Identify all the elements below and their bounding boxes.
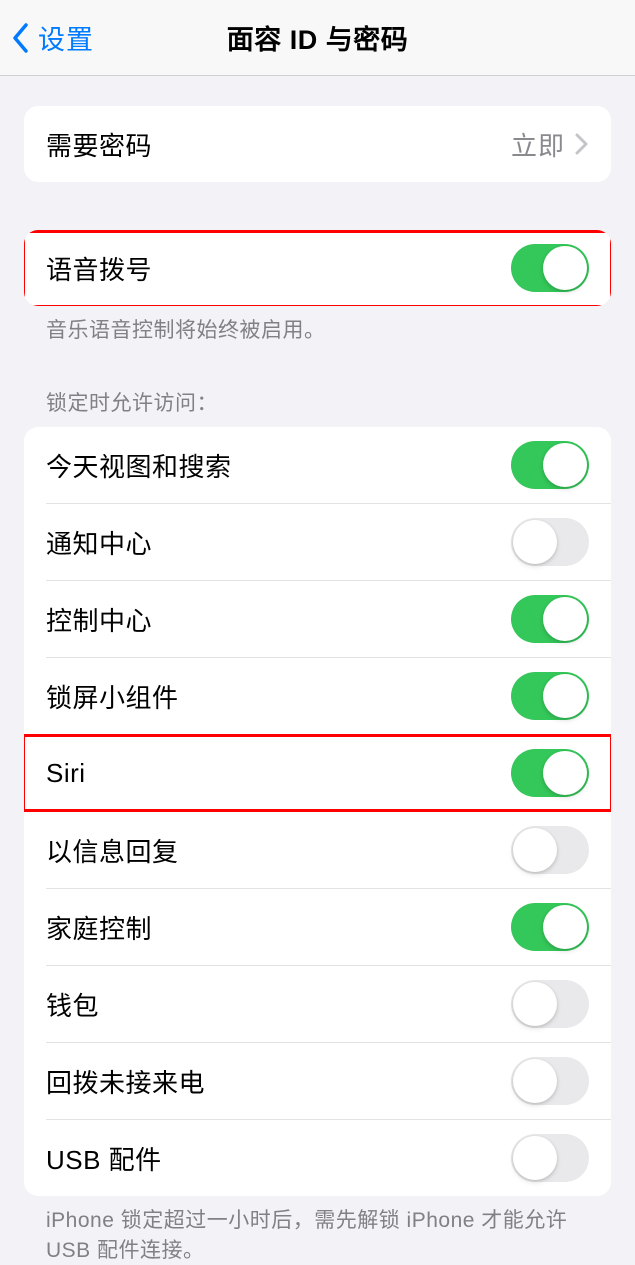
lock-access-label: 回拨未接来电 bbox=[46, 1063, 511, 1100]
voice-dial-row: 语音拨号 bbox=[24, 230, 611, 306]
lock-access-label: Siri bbox=[46, 758, 511, 789]
chevron-right-icon bbox=[575, 133, 589, 155]
require-passcode-value: 立即 bbox=[511, 126, 565, 163]
lock-access-header: 锁定时允许访问： bbox=[24, 387, 611, 427]
lock-access-row: 回拨未接来电 bbox=[24, 1043, 611, 1119]
lock-access-toggle[interactable] bbox=[511, 826, 589, 874]
require-passcode-row[interactable]: 需要密码 立即 bbox=[24, 106, 611, 182]
lock-access-toggle[interactable] bbox=[511, 441, 589, 489]
lock-access-label: 家庭控制 bbox=[46, 909, 511, 946]
lock-access-row: 锁屏小组件 bbox=[24, 658, 611, 734]
lock-access-label: 锁屏小组件 bbox=[46, 678, 511, 715]
require-passcode-group: 需要密码 立即 bbox=[24, 106, 611, 182]
voice-dial-group: 语音拨号 bbox=[24, 230, 611, 306]
lock-access-row: 今天视图和搜索 bbox=[24, 427, 611, 503]
lock-access-toggle[interactable] bbox=[511, 749, 589, 797]
lock-access-toggle[interactable] bbox=[511, 1057, 589, 1105]
back-button[interactable]: 设置 bbox=[0, 18, 94, 57]
lock-access-row: 家庭控制 bbox=[24, 889, 611, 965]
lock-access-row: Siri bbox=[24, 735, 611, 811]
lock-access-group: 今天视图和搜索通知中心控制中心锁屏小组件 Siri 以信息回复家庭控制钱包回拨未接来… bbox=[24, 427, 611, 1196]
lock-access-label: 以信息回复 bbox=[46, 832, 511, 869]
lock-access-row: 钱包 bbox=[24, 966, 611, 1042]
voice-dial-label: 语音拨号 bbox=[46, 250, 511, 287]
chevron-left-icon bbox=[10, 21, 30, 55]
lock-access-row: USB 配件 bbox=[24, 1120, 611, 1196]
navigation-header: 设置 面容 ID 与密码 bbox=[0, 0, 635, 76]
lock-access-toggle[interactable] bbox=[511, 518, 589, 566]
lock-access-row: 通知中心 bbox=[24, 504, 611, 580]
lock-access-footer: iPhone 锁定超过一小时后，需先解锁 iPhone 才能允许USB 配件连接… bbox=[24, 1196, 611, 1265]
lock-access-label: 今天视图和搜索 bbox=[46, 447, 511, 484]
lock-access-row: 控制中心 bbox=[24, 581, 611, 657]
lock-access-toggle[interactable] bbox=[511, 595, 589, 643]
lock-access-label: 控制中心 bbox=[46, 601, 511, 638]
lock-access-toggle[interactable] bbox=[511, 672, 589, 720]
lock-access-label: USB 配件 bbox=[46, 1140, 511, 1177]
voice-dial-footer: 音乐语音控制将始终被启用。 bbox=[24, 306, 611, 345]
page-title: 面容 ID 与密码 bbox=[0, 18, 635, 57]
lock-access-label: 通知中心 bbox=[46, 524, 511, 561]
voice-dial-toggle[interactable] bbox=[511, 244, 589, 292]
lock-access-label: 钱包 bbox=[46, 986, 511, 1023]
lock-access-toggle[interactable] bbox=[511, 1134, 589, 1182]
lock-access-toggle[interactable] bbox=[511, 980, 589, 1028]
back-label: 设置 bbox=[38, 18, 94, 57]
lock-access-toggle[interactable] bbox=[511, 903, 589, 951]
lock-access-row: 以信息回复 bbox=[24, 812, 611, 888]
require-passcode-label: 需要密码 bbox=[46, 126, 511, 163]
